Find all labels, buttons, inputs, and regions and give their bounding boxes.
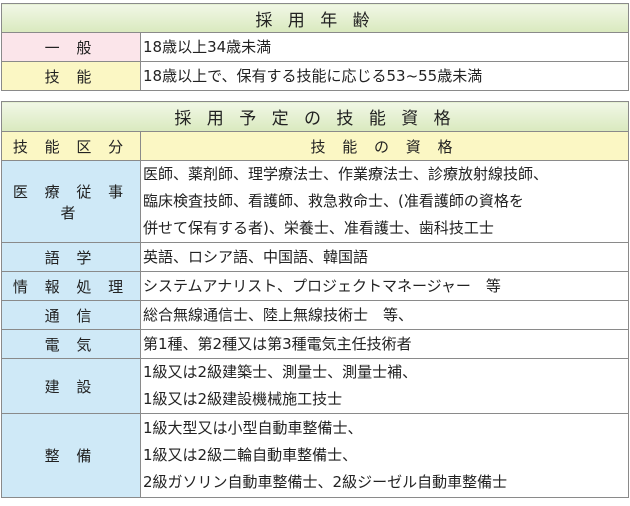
- header-qualification: 技 能 の 資 格: [139, 131, 630, 161]
- qualification-electric: 第1種、第2種又は第3種電気主任技術者: [139, 329, 630, 359]
- header-category: 技 能 区 分: [1, 131, 141, 161]
- skill-section-title: 採 用 予 定 の 技 能 資 格: [0, 101, 630, 132]
- skill-table: 採 用 予 定 の 技 能 資 格 技 能 区 分 技 能 の 資 格 医 療 …: [0, 101, 630, 498]
- qualification-line: 1級又は2級建築士、測量士、測量士補、: [143, 363, 418, 381]
- qualification-line: 2級ガソリン自動車整備士、2級ジーゼル自動車整備士: [143, 473, 508, 491]
- qualification-line: 医師、薬剤師、理学療法士、作業療法士、診療放射線技師、: [143, 165, 549, 183]
- category-electric: 電 気: [1, 329, 141, 359]
- category-information: 情 報 処 理: [1, 271, 141, 301]
- age-section-title: 採 用 年 齢: [1, 3, 629, 33]
- category-maintenance: 整 備: [1, 413, 141, 498]
- age-value-general: 18歳以上34歳未満: [140, 32, 629, 62]
- qualification-line: 臨床検査技師、看護師、救急救命士、(准看護師の資格を: [143, 192, 524, 210]
- category-communication: 通 信: [1, 300, 141, 330]
- qualification-language: 英語、ロシア語、中国語、韓国語: [139, 242, 630, 272]
- qualification-construction: 1級又は2級建築士、測量士、測量士補、 1級又は2級建設機械施工技士: [139, 358, 630, 414]
- age-value-skill: 18歳以上で、保有する技能に応じる53~55歳未満: [140, 61, 629, 91]
- age-table: 採 用 年 齢 一 般 18歳以上34歳未満 技 能 18歳以上で、保有する技能…: [1, 3, 629, 91]
- qualification-medical: 医師、薬剤師、理学療法士、作業療法士、診療放射線技師、 臨床検査技師、看護師、救…: [139, 160, 630, 243]
- category-construction: 建 設: [1, 358, 141, 414]
- qualification-line: 1級又は2級二輪自動車整備士、: [143, 446, 358, 464]
- qualification-communication: 総合無線通信士、陸上無線技術士 等、: [139, 300, 630, 330]
- qualification-maintenance: 1級大型又は小型自動車整備士、 1級又は2級二輪自動車整備士、 2級ガソリン自動…: [139, 413, 630, 498]
- category-medical: 医 療 従 事 者: [1, 160, 141, 243]
- qualification-line: 1級又は2級建設機械施工技士: [143, 390, 343, 408]
- category-language: 語 学: [1, 242, 141, 272]
- qualification-line: 併せて保有する者)、栄養士、准看護士、歯科技工士: [143, 219, 494, 237]
- qualification-line: 1級大型又は小型自動車整備士、: [143, 419, 363, 437]
- age-label-skill: 技 能: [1, 61, 141, 91]
- qualification-information: システムアナリスト、プロジェクトマネージャー 等: [139, 271, 630, 301]
- age-label-general: 一 般: [1, 32, 141, 62]
